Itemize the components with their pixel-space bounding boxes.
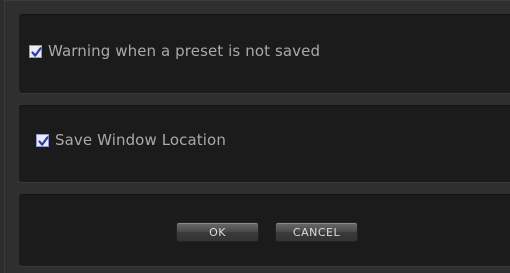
window-location-panel: Save Window Location bbox=[19, 105, 510, 182]
save-window-location-label: Save Window Location bbox=[55, 131, 226, 149]
checkmark-icon bbox=[38, 135, 49, 146]
preset-warning-checkbox[interactable] bbox=[29, 44, 42, 58]
cancel-button[interactable]: CANCEL bbox=[275, 222, 358, 242]
button-panel: OK CANCEL bbox=[19, 194, 510, 266]
save-window-location-checkbox[interactable] bbox=[36, 133, 49, 147]
save-window-location-option[interactable]: Save Window Location bbox=[36, 131, 226, 149]
preset-warning-label: Warning when a preset is not saved bbox=[48, 42, 321, 60]
ok-button[interactable]: OK bbox=[176, 222, 259, 242]
preferences-dialog: Warning when a preset is not saved Save … bbox=[4, 0, 510, 273]
preset-warning-panel: Warning when a preset is not saved bbox=[19, 14, 510, 93]
checkmark-icon bbox=[31, 46, 42, 57]
preset-warning-option[interactable]: Warning when a preset is not saved bbox=[29, 42, 320, 60]
